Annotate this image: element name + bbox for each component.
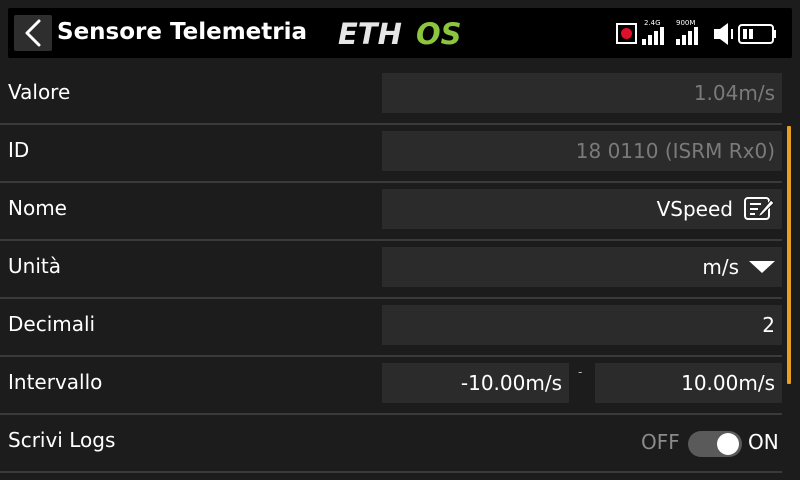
- id-value: 18 0110 (ISRM Rx0): [575, 139, 775, 163]
- decimali-value: 2: [762, 313, 775, 337]
- status-icons: 2.4G 900M: [616, 19, 776, 45]
- screen: Sensore Telemetria ETH OS 2.4G 900M Valo…: [0, 0, 800, 480]
- scrollbar[interactable]: [787, 126, 791, 384]
- decimali-field[interactable]: 2: [382, 305, 782, 345]
- record-icon: [616, 23, 637, 44]
- battery-icon: [738, 24, 776, 44]
- row-label: Valore: [8, 80, 71, 104]
- valore-display: 1.04m/s: [382, 73, 782, 113]
- row-valore: Valore 1.04m/s: [0, 66, 782, 125]
- header-bar: Sensore Telemetria ETH OS 2.4G 900M: [0, 0, 800, 66]
- back-button[interactable]: [14, 15, 52, 51]
- top-bar: Sensore Telemetria ETH OS 2.4G 900M: [8, 8, 792, 58]
- speaker-muted-icon: [714, 23, 733, 45]
- valore-value: 1.04m/s: [693, 81, 775, 105]
- nome-value: VSpeed: [656, 197, 733, 221]
- edit-icon: [743, 196, 775, 222]
- logo-text-eth: ETH: [338, 17, 402, 49]
- row-label: Scrivi Logs: [8, 428, 116, 452]
- chevron-left-icon: [25, 19, 41, 47]
- logo-text-os: OS: [416, 17, 462, 49]
- id-display: 18 0110 (ISRM Rx0): [382, 131, 782, 171]
- row-label: Decimali: [8, 312, 96, 336]
- intervallo-max-value: 10.00m/s: [681, 371, 775, 395]
- scrivi-logs-toggle[interactable]: [688, 431, 742, 457]
- range-separator: -: [578, 365, 583, 379]
- row-label: ID: [8, 138, 30, 162]
- row-unita: Unità m/s: [0, 240, 782, 299]
- toggle-on-label: ON: [748, 430, 779, 454]
- row-decimali: Decimali 2: [0, 298, 782, 357]
- toggle-knob: [717, 433, 739, 455]
- settings-list: Valore 1.04m/s ID 18 0110 (ISRM Rx0) Nom…: [0, 66, 800, 480]
- unita-dropdown[interactable]: m/s: [382, 247, 782, 287]
- row-intervallo: Intervallo -10.00m/s - 10.00m/s: [0, 356, 782, 415]
- band-2-4g-label: 2.4G: [644, 19, 661, 27]
- nome-field[interactable]: VSpeed: [382, 189, 782, 229]
- signal-2-4g-icon: 2.4G: [642, 19, 664, 45]
- row-nome: Nome VSpeed: [0, 182, 782, 241]
- row-label: Nome: [8, 196, 67, 220]
- row-scrivi-logs: Scrivi Logs OFF ON: [0, 414, 782, 473]
- intervallo-max-field[interactable]: 10.00m/s: [595, 363, 782, 403]
- page-title: Sensore Telemetria: [57, 19, 308, 45]
- chevron-down-icon: [749, 260, 775, 274]
- intervallo-min-field[interactable]: -10.00m/s: [382, 363, 569, 403]
- toggle-off-label: OFF: [641, 430, 680, 454]
- row-label: Unità: [8, 254, 61, 278]
- ethos-logo: ETH OS: [338, 17, 462, 49]
- intervallo-min-value: -10.00m/s: [460, 371, 562, 395]
- row-label: Intervallo: [8, 370, 103, 394]
- row-id: ID 18 0110 (ISRM Rx0): [0, 124, 782, 183]
- unita-value: m/s: [702, 255, 739, 279]
- signal-900m-icon: 900M: [676, 19, 698, 45]
- band-900m-label: 900M: [676, 19, 695, 27]
